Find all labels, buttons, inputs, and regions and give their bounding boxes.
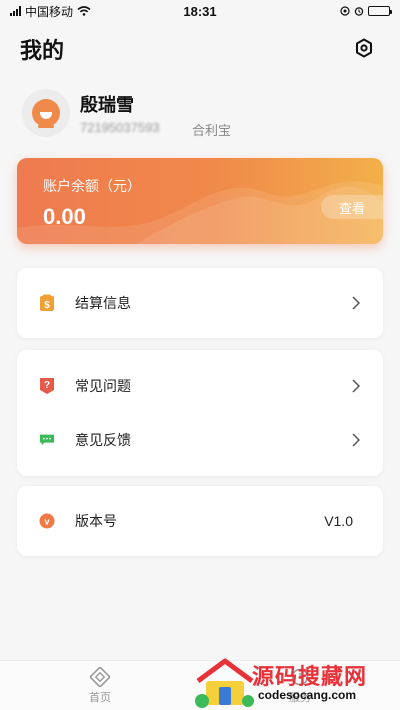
alarm-icon xyxy=(354,7,364,16)
carrier-label: 中国移动 xyxy=(25,4,74,19)
version-value: V1.0 xyxy=(324,513,353,529)
faq-icon: ? xyxy=(39,378,55,394)
balance-card[interactable]: 账户余额（元） 0.00 查看 xyxy=(17,158,383,244)
user-org: 合利宝 xyxy=(192,123,232,138)
balance-value: 0.00 xyxy=(43,204,86,229)
svg-text:v: v xyxy=(44,517,49,527)
watermark-title: 源码搜藏网 xyxy=(252,664,368,689)
page-title: 我的 xyxy=(20,38,65,63)
hexagon-settings-icon xyxy=(356,38,372,58)
profile-section[interactable]: 殷瑞雪 72195037593 合利宝 xyxy=(22,89,382,141)
chevron-right-icon xyxy=(351,295,361,311)
view-balance-button[interactable]: 查看 xyxy=(321,195,383,219)
location-icon xyxy=(340,6,350,16)
avatar[interactable] xyxy=(22,89,70,137)
menu-item-settlement[interactable]: $ 结算信息 xyxy=(17,268,383,338)
menu-item-feedback[interactable]: 意见反馈 xyxy=(17,413,383,467)
menu-item-label: 常见问题 xyxy=(75,378,131,394)
status-left: 中国移动 xyxy=(10,3,91,20)
house-logo-icon xyxy=(195,658,254,708)
settings-button[interactable] xyxy=(354,38,374,58)
version-icon: v xyxy=(39,513,55,529)
watermark: 源码搜藏网 codesocang.com xyxy=(192,655,392,710)
wifi-icon xyxy=(77,6,91,16)
user-name: 殷瑞雪 xyxy=(80,95,134,115)
svg-text:$: $ xyxy=(44,300,50,311)
chevron-right-icon xyxy=(351,378,361,394)
feedback-icon xyxy=(39,432,55,448)
watermark-url: codesocang.com xyxy=(258,688,357,702)
chevron-right-icon xyxy=(351,432,361,448)
settlement-icon: $ xyxy=(39,294,55,311)
home-icon xyxy=(90,667,110,687)
avatar-face-icon xyxy=(32,99,60,128)
tab-home[interactable]: 首页 xyxy=(0,661,200,710)
status-right xyxy=(340,6,392,16)
help-card: ? 常见问题 意见反馈 xyxy=(17,350,383,476)
balance-label: 账户余额（元） xyxy=(43,178,141,194)
battery-icon xyxy=(368,6,392,16)
menu-item-version[interactable]: v 版本号 V1.0 xyxy=(17,486,383,556)
menu-item-label: 结算信息 xyxy=(75,295,131,311)
menu-item-label: 意见反馈 xyxy=(75,432,131,448)
svg-text:?: ? xyxy=(44,380,50,391)
user-phone: 72195037593 xyxy=(80,120,160,135)
signal-icon xyxy=(10,6,21,16)
tab-label: 首页 xyxy=(89,692,111,704)
settlement-card: $ 结算信息 xyxy=(17,268,383,338)
menu-item-faq[interactable]: ? 常见问题 xyxy=(17,359,383,413)
version-card: v 版本号 V1.0 xyxy=(17,486,383,556)
menu-item-label: 版本号 xyxy=(75,513,117,529)
status-bar: 中国移动 18:31 xyxy=(0,0,400,22)
